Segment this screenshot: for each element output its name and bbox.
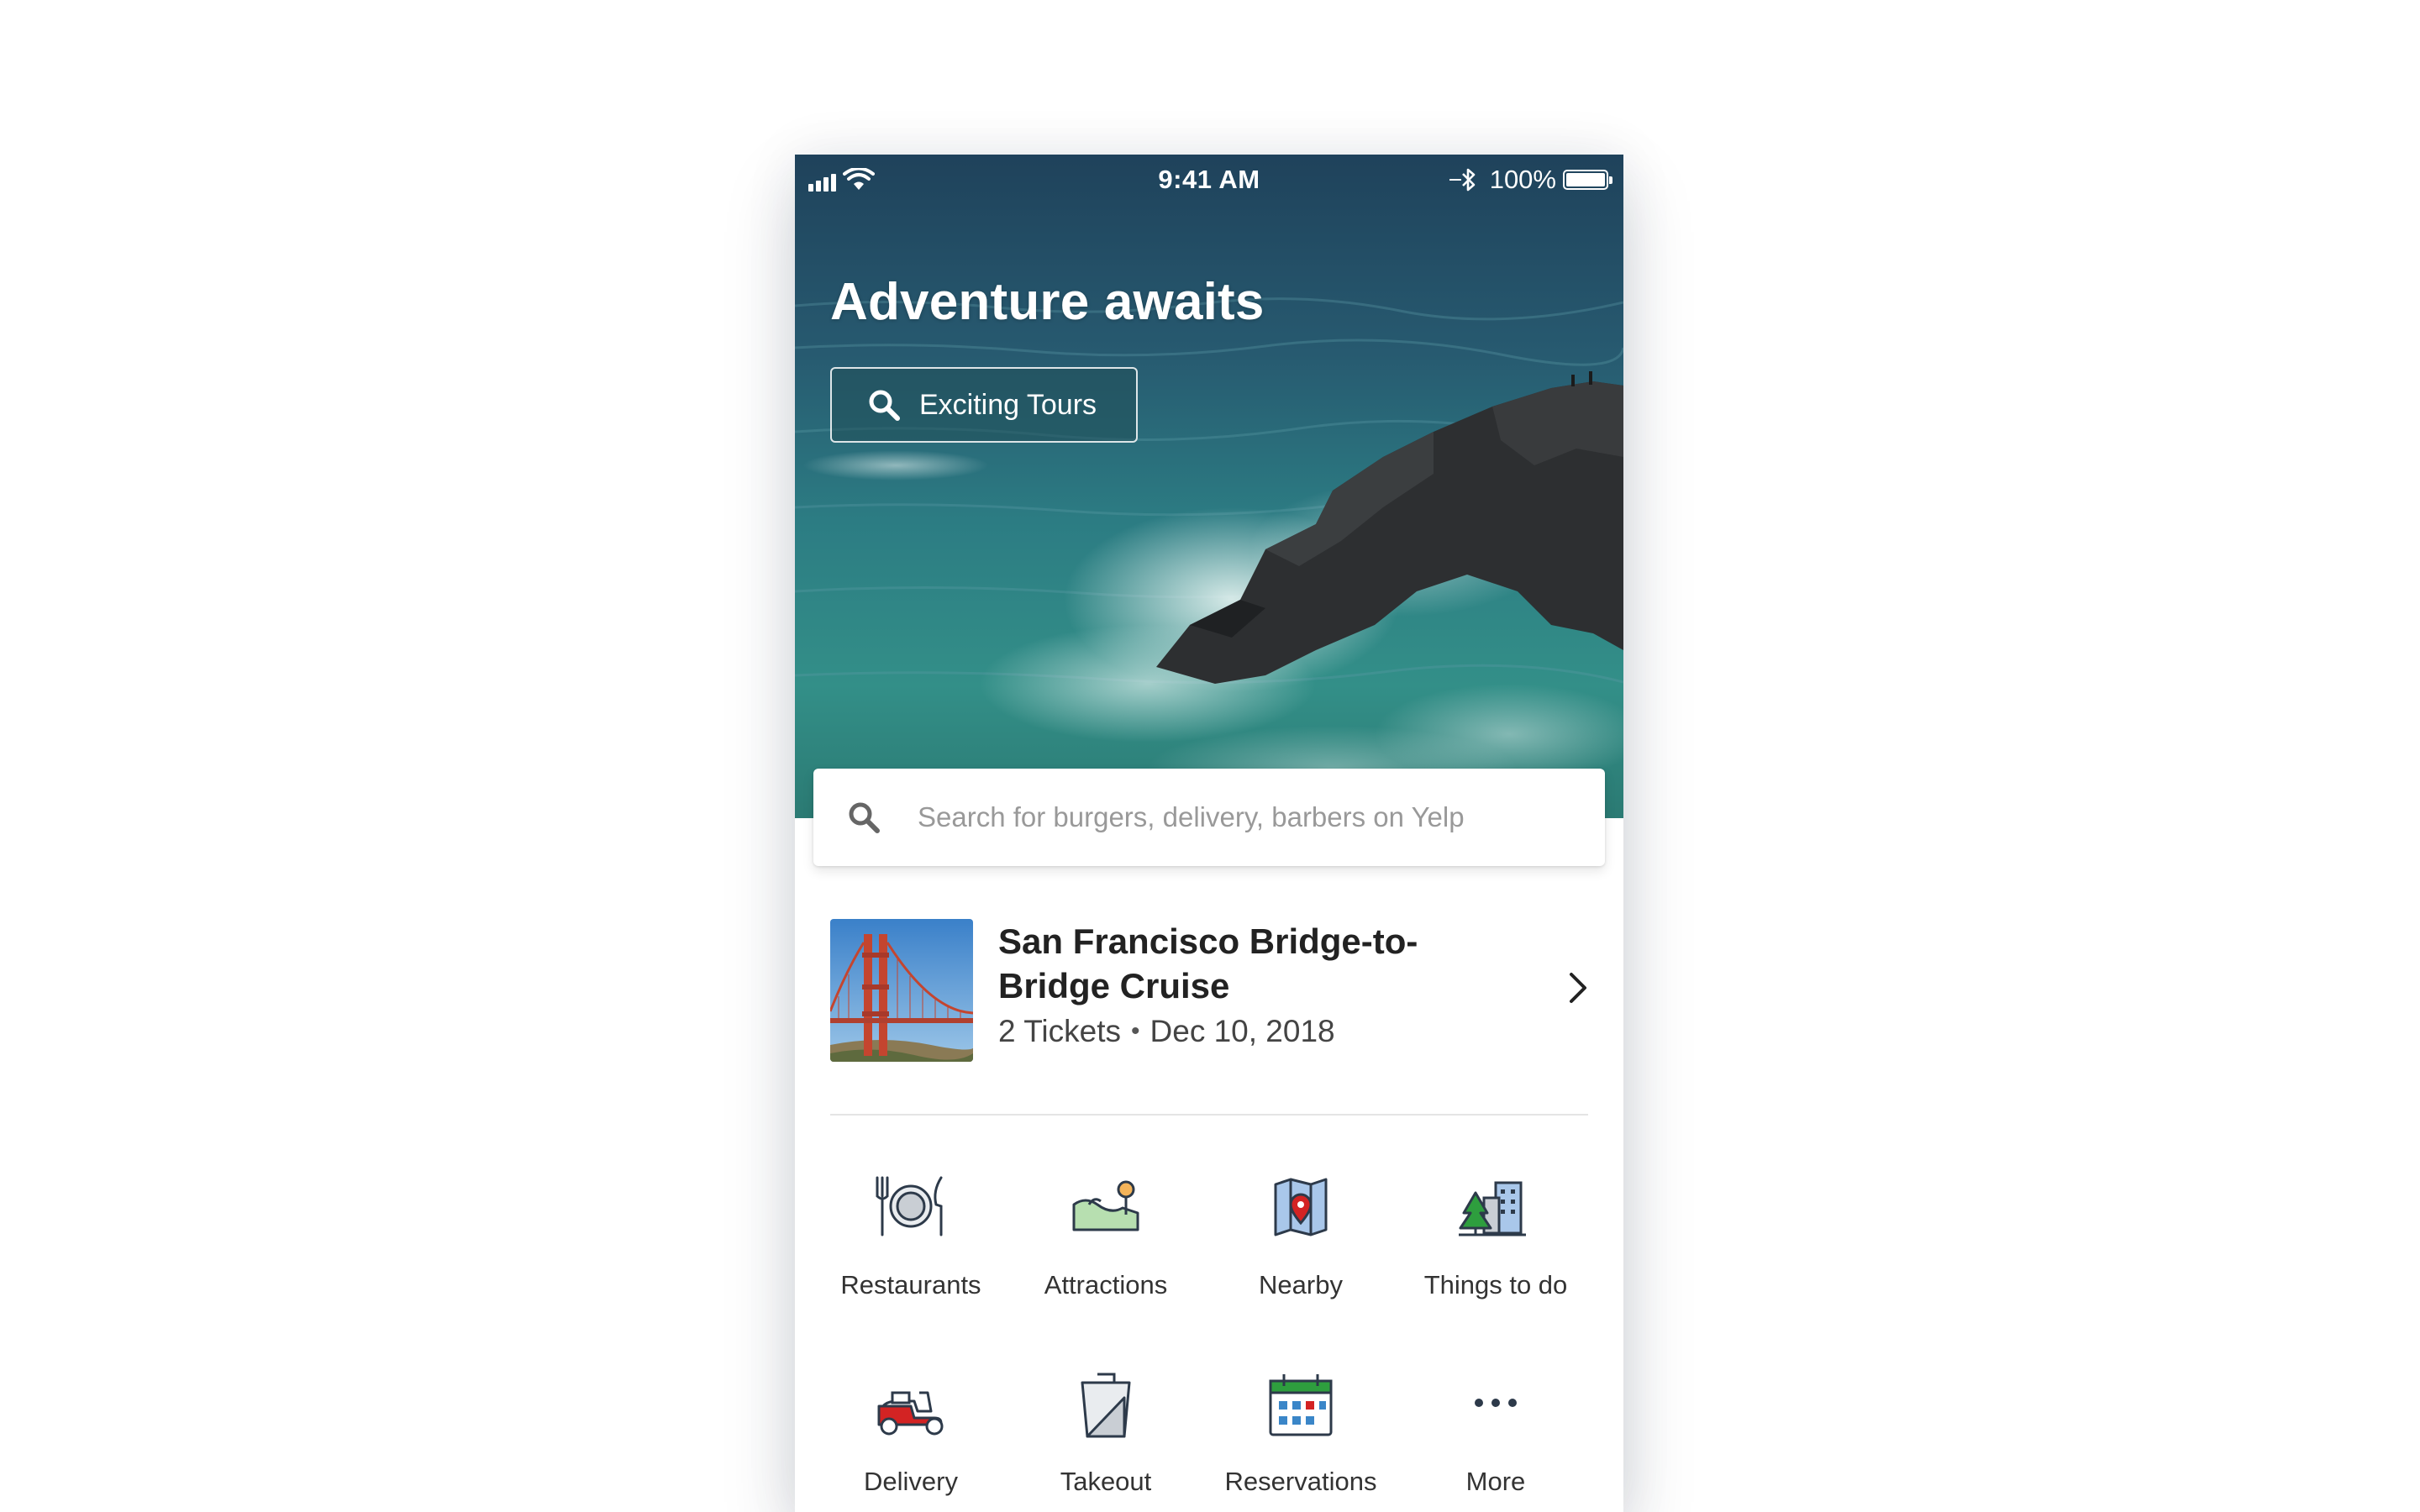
category-label: Nearby bbox=[1259, 1270, 1343, 1299]
ocean-rock-photo bbox=[795, 155, 1623, 818]
category-nearby[interactable]: Nearby bbox=[1203, 1171, 1398, 1339]
category-label: Things to do bbox=[1423, 1270, 1568, 1299]
booking-date: Dec 10, 2018 bbox=[1150, 1014, 1335, 1048]
category-label: Delivery bbox=[864, 1467, 958, 1496]
category-label: More bbox=[1465, 1467, 1526, 1496]
category-delivery[interactable]: Delivery bbox=[813, 1368, 1008, 1512]
search-bar[interactable] bbox=[813, 769, 1605, 866]
category-restaurants[interactable]: Restaurants bbox=[813, 1171, 1008, 1339]
search-input[interactable] bbox=[916, 801, 1575, 834]
search-icon bbox=[847, 801, 881, 834]
phone-screen: 9:41 AM 100% Adventure awaits Exciting T… bbox=[795, 155, 1623, 1512]
hero-title: Adventure awaits bbox=[830, 273, 1265, 331]
category-label: Attractions bbox=[1044, 1270, 1168, 1299]
category-label: Restaurants bbox=[840, 1270, 981, 1299]
booking-card[interactable]: San Francisco Bridge-to-Bridge Cruise 2 … bbox=[830, 919, 1588, 1062]
exciting-tours-button[interactable]: Exciting Tours bbox=[830, 367, 1138, 443]
more-icon bbox=[1475, 1399, 1517, 1407]
category-attractions[interactable]: Attractions bbox=[1008, 1171, 1203, 1339]
battery-icon bbox=[1563, 170, 1612, 190]
exciting-tours-label: Exciting Tours bbox=[919, 388, 1097, 421]
category-takeout[interactable]: Takeout bbox=[1008, 1368, 1203, 1512]
nearby-icon bbox=[1274, 1178, 1328, 1236]
status-right: 100% bbox=[1449, 165, 1612, 195]
category-things-to-do[interactable]: Things to do bbox=[1398, 1171, 1593, 1339]
golden-gate-bridge-thumbnail bbox=[830, 919, 973, 1062]
search-icon bbox=[867, 388, 901, 422]
category-more[interactable]: More bbox=[1398, 1368, 1593, 1512]
battery-percent: 100% bbox=[1489, 165, 1556, 194]
booking-tickets: 2 Tickets bbox=[998, 1014, 1121, 1048]
divider bbox=[830, 1114, 1588, 1116]
reservations-icon bbox=[1269, 1374, 1333, 1436]
bluetooth-icon bbox=[1449, 168, 1476, 192]
restaurants-icon bbox=[876, 1176, 943, 1236]
things-to-do-icon bbox=[1459, 1181, 1526, 1236]
delivery-icon bbox=[877, 1391, 944, 1436]
hero-banner: 9:41 AM 100% Adventure awaits Exciting T… bbox=[795, 155, 1623, 818]
category-label: Takeout bbox=[1060, 1467, 1152, 1496]
chevron-right-icon[interactable] bbox=[1568, 971, 1588, 1005]
booking-separator: • bbox=[1131, 1017, 1140, 1045]
booking-title: San Francisco Bridge-to-Bridge Cruise bbox=[998, 921, 1418, 1005]
status-bar: 9:41 AM 100% bbox=[795, 155, 1623, 202]
category-reservations[interactable]: Reservations bbox=[1203, 1368, 1398, 1512]
takeout-icon bbox=[1081, 1373, 1131, 1438]
category-label: Reservations bbox=[1224, 1467, 1377, 1496]
booking-meta: 2 Tickets • Dec 10, 2018 bbox=[998, 1014, 1335, 1049]
attractions-icon bbox=[1072, 1180, 1139, 1231]
